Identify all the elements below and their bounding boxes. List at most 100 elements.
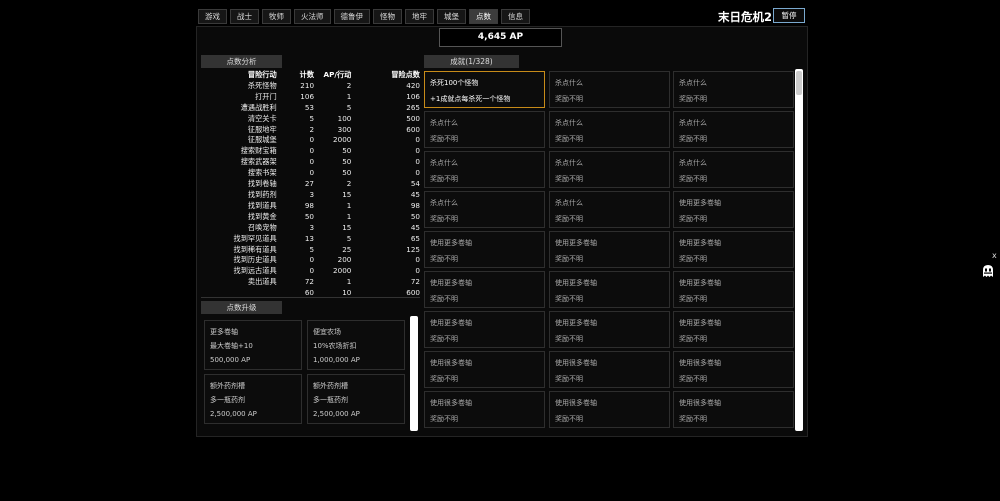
upgrade-card[interactable]: 额外药剂槽 多一瓶药剂 2,500,000 AP bbox=[307, 374, 405, 424]
achievement-reward: 奖励不明 bbox=[679, 375, 707, 383]
achievement-card[interactable]: 杀点什么 奖励不明 bbox=[424, 191, 545, 228]
achievement-card[interactable]: 使用更多卷轴 奖励不明 bbox=[549, 311, 670, 348]
achievement-reward: 奖励不明 bbox=[555, 175, 583, 183]
tab-warrior[interactable]: 战士 bbox=[230, 9, 259, 24]
stat-action: 找到黄金 bbox=[247, 211, 277, 221]
achievement-reward: 奖励不明 bbox=[555, 135, 583, 143]
stats-table: 冒险行动 计数 AP/行动 冒险点数 杀死怪物 210 2 420 打开门 106 1 106 遭遇战胜… bbox=[201, 70, 420, 298]
stat-count: 计数 bbox=[299, 70, 315, 79]
upgrades-panel-title: 点数升级 bbox=[201, 301, 282, 314]
achievement-card[interactable]: 使用更多卷轴 奖励不明 bbox=[424, 231, 545, 268]
close-icon[interactable]: x bbox=[992, 251, 997, 260]
achievement-card[interactable]: 使用很多卷轴 奖励不明 bbox=[424, 351, 545, 388]
achievement-card[interactable]: 使用很多卷轴 奖励不明 bbox=[549, 351, 670, 388]
achievement-reward: 奖励不明 bbox=[555, 95, 583, 103]
achievement-card[interactable]: 使用更多卷轴 奖励不明 bbox=[549, 271, 670, 308]
stat-points: 600 bbox=[406, 124, 420, 134]
stats-row: 找到药剂 3 15 45 bbox=[201, 190, 420, 201]
upgrades-scrollbar[interactable] bbox=[410, 316, 418, 431]
achievement-reward: 奖励不明 bbox=[430, 175, 458, 183]
upgrade-cost: 2,500,000 AP bbox=[313, 410, 360, 418]
stat-ap-per: 300 bbox=[337, 124, 352, 134]
achievement-reward: 奖励不明 bbox=[555, 295, 583, 303]
achievement-reward: 奖励不明 bbox=[679, 135, 707, 143]
achievement-card[interactable]: 杀点什么 奖励不明 bbox=[673, 151, 794, 188]
achievement-card[interactable]: 杀点什么 奖励不明 bbox=[673, 71, 794, 108]
stat-points: 72 bbox=[410, 277, 420, 287]
tab-castle[interactable]: 城堡 bbox=[437, 9, 466, 24]
upgrade-desc: 10%农场折扣 bbox=[313, 342, 357, 350]
stat-ap-per: 15 bbox=[342, 189, 352, 199]
stat-points: 0 bbox=[415, 146, 420, 156]
tab-pyromancer[interactable]: 火法师 bbox=[294, 9, 331, 24]
achievement-card[interactable]: 使用更多卷轴 奖励不明 bbox=[673, 231, 794, 268]
stat-action: 征服城堡 bbox=[247, 135, 277, 145]
stat-action: 冒险行动 bbox=[247, 70, 277, 79]
achievement-reward: 奖励不明 bbox=[430, 255, 458, 263]
achievement-card[interactable]: 杀点什么 奖励不明 bbox=[673, 111, 794, 148]
stat-count: 27 bbox=[304, 179, 315, 189]
stat-ap-per: 2 bbox=[346, 80, 352, 90]
achievement-card[interactable]: 使用很多卷轴 奖励不明 bbox=[424, 391, 545, 428]
achievements-scrollbar[interactable] bbox=[795, 69, 803, 431]
stat-action: 遭遇战胜利 bbox=[240, 102, 277, 112]
achievement-card[interactable]: 使用更多卷轴 奖励不明 bbox=[424, 311, 545, 348]
stat-ap-per: 2000 bbox=[333, 135, 352, 145]
tab-info[interactable]: 信息 bbox=[501, 9, 530, 24]
pause-button[interactable]: 暂停 bbox=[773, 8, 805, 23]
scrollbar-grip[interactable] bbox=[796, 71, 802, 95]
stat-ap-per: AP/行动 bbox=[323, 70, 352, 79]
upgrade-name: 更多卷轴 bbox=[210, 328, 238, 336]
stat-count: 2 bbox=[309, 124, 315, 134]
achievement-reward: 奖励不明 bbox=[430, 295, 458, 303]
achievement-card[interactable]: 使用更多卷轴 奖励不明 bbox=[673, 311, 794, 348]
achievement-card[interactable]: 杀点什么 奖励不明 bbox=[549, 71, 670, 108]
tab-monsters[interactable]: 怪物 bbox=[373, 9, 402, 24]
upgrades-list: 更多卷轴 最大卷轴+10 500,000 AP 便宜农场 10%农场折扣 1,0… bbox=[201, 316, 419, 431]
upgrade-card[interactable]: 便宜农场 10%农场折扣 1,000,000 AP bbox=[307, 320, 405, 370]
upgrade-card[interactable]: 额外药剂槽 多一瓶药剂 2,500,000 AP bbox=[204, 374, 302, 424]
achievement-card[interactable]: 杀点什么 奖励不明 bbox=[549, 151, 670, 188]
stat-ap-per: 15 bbox=[342, 222, 352, 232]
ghost-icon[interactable] bbox=[981, 264, 995, 278]
stats-row: 搜索书架 0 50 0 bbox=[201, 168, 420, 179]
stats-table-container[interactable]: 冒险行动 计数 AP/行动 冒险点数 杀死怪物 210 2 420 打开门 106 1 106 遭遇战胜… bbox=[201, 70, 420, 298]
achievement-card[interactable]: 使用更多卷轴 奖励不明 bbox=[424, 271, 545, 308]
achievement-card[interactable]: 使用很多卷轴 奖励不明 bbox=[549, 391, 670, 428]
tab-druid[interactable]: 德鲁伊 bbox=[333, 9, 370, 24]
stat-count: 3 bbox=[309, 222, 315, 232]
achievement-card[interactable]: 杀点什么 奖励不明 bbox=[424, 111, 545, 148]
stats-row: 搜索财宝箱 0 50 0 bbox=[201, 146, 420, 157]
achievement-card[interactable]: 使用更多卷轴 奖励不明 bbox=[549, 231, 670, 268]
stat-ap-per: 100 bbox=[337, 113, 352, 123]
stat-count: 0 bbox=[309, 146, 315, 156]
achievement-card[interactable]: 使用很多卷轴 奖励不明 bbox=[673, 391, 794, 428]
tab-points[interactable]: 点数 bbox=[469, 9, 498, 24]
divider bbox=[201, 297, 420, 298]
tab-dungeon[interactable]: 地牢 bbox=[405, 9, 434, 24]
achievement-card[interactable]: 使用更多卷轴 奖励不明 bbox=[673, 271, 794, 308]
stats-row: 杀死怪物 210 2 420 bbox=[201, 81, 420, 92]
stat-ap-per: 1 bbox=[346, 200, 352, 210]
stat-action: 找到卷轴 bbox=[247, 179, 277, 189]
achievement-card[interactable]: 杀死100个怪物 +1成就点每杀死一个怪物 bbox=[424, 71, 545, 108]
scrollbar-thumb[interactable] bbox=[795, 69, 803, 431]
tab-priest[interactable]: 牧师 bbox=[262, 9, 291, 24]
stat-points: 0 bbox=[415, 168, 420, 178]
achievement-card[interactable]: 杀点什么 奖励不明 bbox=[424, 151, 545, 188]
tab-game[interactable]: 游戏 bbox=[198, 9, 227, 24]
stat-ap-per: 5 bbox=[346, 233, 352, 243]
stat-points: 106 bbox=[406, 91, 420, 101]
achievement-reward: 奖励不明 bbox=[679, 215, 707, 223]
scrollbar-thumb[interactable] bbox=[410, 316, 418, 431]
achievement-title: 使用很多卷轴 bbox=[430, 359, 472, 367]
achievement-card[interactable]: 杀点什么 奖励不明 bbox=[549, 111, 670, 148]
achievement-card[interactable]: 使用很多卷轴 奖励不明 bbox=[673, 351, 794, 388]
upgrade-card[interactable]: 更多卷轴 最大卷轴+10 500,000 AP bbox=[204, 320, 302, 370]
stat-count: 50 bbox=[304, 211, 315, 221]
achievement-card[interactable]: 杀点什么 奖励不明 bbox=[549, 191, 670, 228]
achievement-card[interactable]: 使用更多卷轴 奖励不明 bbox=[673, 191, 794, 228]
stat-points: 45 bbox=[410, 189, 420, 199]
game-title: 末日危机2 bbox=[718, 10, 773, 24]
stat-points: 265 bbox=[406, 102, 420, 112]
